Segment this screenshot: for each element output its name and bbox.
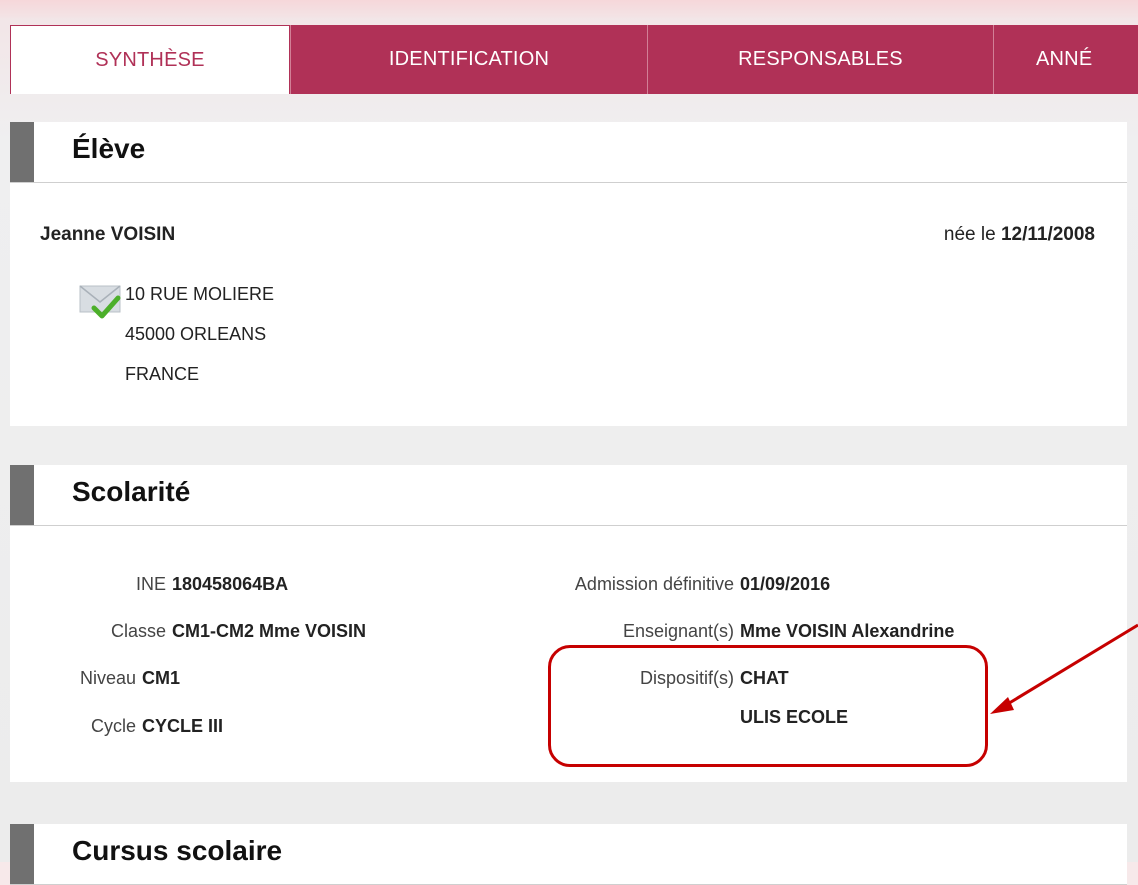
eleve-card: Élève Jeanne VOISIN née le 12/11/2008 10… xyxy=(10,122,1127,426)
annotation-highlight-box xyxy=(548,645,988,767)
top-glow xyxy=(0,0,1138,18)
section-marker xyxy=(10,465,34,525)
birth-date-value: 12/11/2008 xyxy=(1000,224,1095,245)
enseignants-label: Enseignant(s) xyxy=(622,621,734,641)
address-line-1: 10 RUE MOLIERE xyxy=(125,284,275,304)
enseignants-value: Mme VOISIN Alexandrine xyxy=(740,621,955,641)
ine-label: INE xyxy=(135,574,166,594)
niveau-value: CM1 xyxy=(142,668,181,688)
cycle-value: CYCLE III xyxy=(142,716,224,736)
admission-label: Admission définitive xyxy=(574,574,734,594)
tab-synthese[interactable]: SYNTHÈSE xyxy=(10,25,290,94)
classe-value: CM1-CM2 Mme VOISIN xyxy=(172,621,367,641)
section-marker xyxy=(10,122,34,182)
classe-label: Classe xyxy=(110,621,166,641)
birth-date: née le 12/11/2008 xyxy=(944,224,1095,246)
eleve-title: Élève xyxy=(72,133,146,164)
tab-annee[interactable]: ANNÉ xyxy=(993,25,1138,94)
cycle-label: Cycle xyxy=(90,716,136,736)
admission-value: 01/09/2016 xyxy=(740,574,831,594)
scolarite-card-header: Scolarité xyxy=(10,465,1127,526)
ine-value: 180458064BA xyxy=(172,574,289,594)
tab-identification[interactable]: IDENTIFICATION xyxy=(290,25,647,94)
student-name: Jeanne VOISIN xyxy=(40,224,176,245)
envelope-check-icon xyxy=(79,285,121,319)
niveau-label: Niveau xyxy=(79,668,136,688)
birth-prefix: née le xyxy=(943,224,996,245)
section-marker xyxy=(10,824,34,884)
tab-bar: SYNTHÈSE IDENTIFICATION RESPONSABLES ANN… xyxy=(10,25,1138,94)
cursus-title: Cursus scolaire xyxy=(72,835,283,866)
scolarite-title: Scolarité xyxy=(72,476,191,507)
eleve-card-header: Élève xyxy=(10,122,1127,183)
tab-responsables[interactable]: RESPONSABLES xyxy=(647,25,993,94)
cursus-card: Cursus scolaire xyxy=(10,824,1127,885)
address-line-3: FRANCE xyxy=(125,364,200,384)
cursus-card-header: Cursus scolaire xyxy=(10,824,1127,885)
address-line-2: 45000 ORLEANS xyxy=(125,324,267,344)
